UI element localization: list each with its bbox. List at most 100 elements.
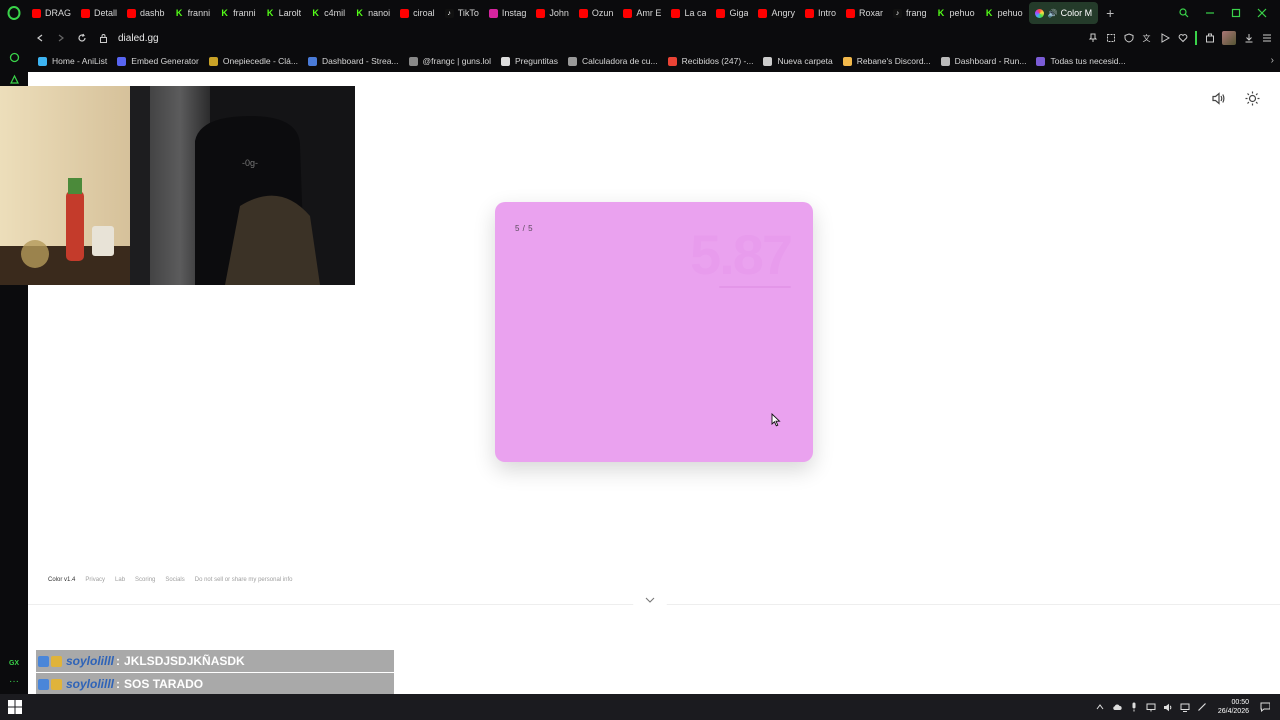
tab-label: DRAG [45, 8, 72, 18]
tab-active[interactable]: 🔊 Color M [1028, 2, 1099, 24]
tab[interactable]: Kc4mil [307, 2, 349, 24]
new-tab-button[interactable]: + [1100, 5, 1120, 21]
tab[interactable]: ♪ frang [889, 2, 931, 24]
network-icon[interactable] [1180, 702, 1190, 712]
tab[interactable]: Instag [485, 2, 531, 24]
tab-label: Giga [729, 8, 749, 18]
footer-link-privacy[interactable]: Privacy [85, 577, 105, 583]
reload-icon[interactable] [73, 29, 91, 47]
menu-icon[interactable] [1261, 33, 1272, 44]
footer-link-scoring[interactable]: Scoring [135, 577, 155, 583]
aria-icon[interactable] [0, 46, 28, 68]
color-card[interactable]: 5 / 5 5.87 [495, 202, 813, 462]
youtube-icon [805, 8, 814, 18]
round-counter: 5 / 5 [515, 224, 534, 233]
tab[interactable]: Roxar [842, 2, 887, 24]
kick-icon: K [266, 8, 274, 18]
bookmark-favicon-icon [842, 56, 852, 66]
tab[interactable]: John [532, 2, 573, 24]
tab[interactable]: Knanoi [351, 2, 394, 24]
lock-icon[interactable] [94, 29, 112, 47]
tab-label: pehuo [997, 8, 1023, 18]
tab[interactable]: dashb [123, 2, 169, 24]
tab[interactable]: Angry [754, 2, 799, 24]
bookmark[interactable]: Rebane's Discord... [842, 56, 931, 66]
shield-icon[interactable] [1123, 33, 1134, 44]
sound-toggle-icon[interactable] [1210, 90, 1226, 106]
bookmark[interactable]: Dashboard - Run... [940, 56, 1027, 66]
youtube-icon [400, 8, 410, 18]
bookmark[interactable]: Recibidos (247) -... [667, 56, 753, 66]
opera-logo-icon[interactable] [0, 0, 28, 26]
bookmark[interactable]: Dashboard - Strea... [307, 56, 399, 66]
theme-toggle-sun-icon[interactable] [1244, 90, 1260, 106]
snapshot-icon[interactable] [1105, 33, 1116, 44]
chevron-down-icon[interactable] [632, 591, 668, 609]
tab[interactable]: La ca [667, 2, 710, 24]
download-icon[interactable] [1243, 33, 1254, 44]
tab[interactable]: Ozun [575, 2, 618, 24]
tab[interactable]: Giga [712, 2, 752, 24]
heart-icon[interactable] [1177, 33, 1188, 44]
display-icon[interactable] [1146, 702, 1156, 712]
search-tabs-icon[interactable] [1178, 7, 1190, 19]
tab[interactable]: Kfranni [216, 2, 260, 24]
tab[interactable]: Kfranni [171, 2, 215, 24]
more-icon[interactable]: ··· [0, 670, 28, 692]
minimize-icon[interactable] [1204, 7, 1216, 19]
bookmark-favicon-icon [208, 56, 218, 66]
bookmark[interactable]: @frangc | guns.lol [408, 56, 491, 66]
close-icon[interactable] [1256, 7, 1268, 19]
kick-icon: K [985, 8, 993, 18]
bookmark-favicon-icon [408, 56, 418, 66]
bookmark[interactable]: Home - AniList [38, 56, 107, 66]
bookmark[interactable]: Onepiecedle - Clá... [208, 56, 298, 66]
bookmark[interactable]: Todas tus necesid... [1036, 56, 1126, 66]
chat-message: soylolilll: JKLSDJSDJKÑASDK [36, 650, 394, 672]
microphone-icon[interactable] [1129, 702, 1139, 712]
window-controls [1178, 0, 1280, 26]
chevron-up-icon[interactable] [1095, 702, 1105, 712]
extensions-icon[interactable] [1204, 33, 1215, 44]
tab[interactable]: Kpehuo [981, 2, 1027, 24]
bookmarks-overflow-icon[interactable]: › [1271, 55, 1274, 66]
bookmark[interactable]: Nueva carpeta [763, 56, 833, 66]
profile-avatar[interactable] [1222, 31, 1236, 45]
play-icon[interactable] [1159, 33, 1170, 44]
forward-icon[interactable] [52, 29, 70, 47]
tab[interactable]: DRAG [28, 2, 75, 24]
tab[interactable]: Amr E [619, 2, 665, 24]
windows-taskbar: 00:50 26/4/2026 [0, 694, 1280, 720]
kick-icon: K [356, 8, 363, 18]
footer-link-lab[interactable]: Lab [115, 577, 125, 583]
maximize-icon[interactable] [1230, 7, 1242, 19]
pin-icon[interactable] [1087, 33, 1098, 44]
tab[interactable]: ♪ TikTo [441, 2, 483, 24]
bookmark-favicon-icon [38, 56, 47, 66]
bookmark[interactable]: Calculadora de cu... [568, 56, 658, 66]
pen-icon[interactable] [1197, 702, 1207, 712]
bookmark[interactable]: Embed Generator [117, 56, 199, 66]
youtube-icon [536, 8, 546, 18]
chat-username: soylolilll [66, 677, 115, 691]
footer-link-do-not-sell[interactable]: Do not sell or share my personal info [195, 577, 293, 583]
bookmark[interactable]: Preguntitas [501, 56, 558, 66]
bookmark-label: Dashboard - Run... [954, 56, 1027, 66]
tab[interactable]: Intro [801, 2, 840, 24]
windows-start-icon[interactable] [8, 700, 22, 714]
footer-link-socials[interactable]: Socials [165, 577, 184, 583]
translate-icon[interactable]: 文 [1141, 33, 1152, 44]
back-icon[interactable] [31, 29, 49, 47]
tab-label: Roxar [859, 8, 884, 18]
tab[interactable]: Kpehuo [933, 2, 979, 24]
taskbar-clock[interactable]: 00:50 26/4/2026 [1218, 698, 1249, 716]
cloud-icon[interactable] [1112, 702, 1122, 712]
youtube-icon [32, 8, 41, 18]
url-field[interactable]: dialed.gg [118, 33, 159, 44]
notifications-icon[interactable] [1260, 702, 1270, 712]
tab[interactable]: Detall [77, 2, 121, 24]
tab[interactable]: K Larolt [262, 2, 306, 24]
bookmark-favicon-icon [940, 56, 950, 66]
tab[interactable]: ciroal [396, 2, 439, 24]
volume-icon[interactable] [1163, 702, 1173, 712]
